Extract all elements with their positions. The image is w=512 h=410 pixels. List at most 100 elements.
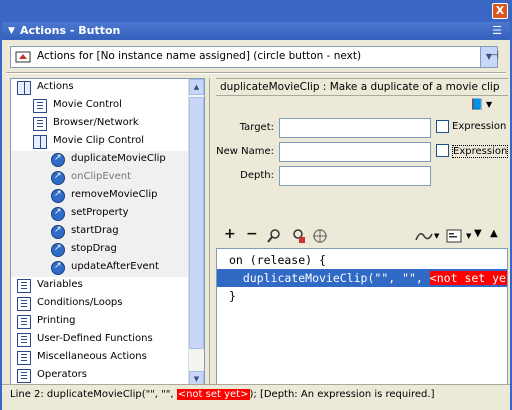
view-options-icon[interactable]	[446, 228, 462, 244]
tree-item[interactable]: Printing	[11, 313, 189, 331]
tree-item-label: Movie Clip Control	[53, 135, 144, 146]
tree-item-label: stopDrag	[71, 243, 117, 254]
tree-item-label: Movie Control	[53, 99, 122, 110]
actions-toolbox: Actions Movie Control Browser/Network Movie…	[10, 78, 205, 388]
tree-item-label: updateAfterEvent	[71, 261, 159, 272]
code-line-1[interactable]: on (release) {	[217, 251, 507, 269]
code-line-3[interactable]: }	[217, 287, 507, 305]
book-icon	[33, 99, 47, 113]
tree-item[interactable]: Miscellaneous Actions	[11, 349, 189, 367]
insert-target-path-icon[interactable]	[312, 228, 328, 244]
book-icon	[17, 369, 31, 383]
tree-item[interactable]: User-Defined Functions	[11, 331, 189, 349]
collapse-arrow-icon[interactable]: ▼	[8, 26, 15, 36]
status-warning: <not set yet>	[176, 389, 250, 400]
reference-book-icon[interactable]: 📘	[470, 98, 484, 111]
close-button[interactable]: X	[492, 3, 508, 19]
tree-item[interactable]: duplicateMovieClip	[11, 151, 189, 169]
newname-expression-checkbox[interactable]	[436, 144, 449, 157]
target-expression-checkbox[interactable]	[436, 120, 449, 133]
depth-input[interactable]	[279, 166, 431, 186]
newname-expression-label: Expression	[452, 145, 509, 158]
tree-item[interactable]: Conditions/Loops	[11, 295, 189, 313]
tree-item[interactable]: updateAfterEvent	[11, 259, 189, 277]
tree-item-label: setProperty	[71, 207, 129, 218]
tree-item[interactable]: stopDrag	[11, 241, 189, 259]
tree-item[interactable]: Operators	[11, 367, 189, 385]
tree-item-label: duplicateMovieClip	[71, 153, 166, 164]
tree-item[interactable]: startDrag	[11, 223, 189, 241]
reference-dropdown-icon[interactable]: ▼	[486, 100, 492, 109]
tree-item[interactable]: Movie Clip Control	[11, 133, 189, 151]
tree-item[interactable]: removeMovieClip	[11, 187, 189, 205]
book-open-icon	[33, 135, 47, 149]
action-icon	[51, 261, 65, 275]
action-icon	[51, 207, 65, 221]
target-input[interactable]	[279, 118, 431, 138]
tree-item-label: Printing	[37, 315, 76, 326]
tree-item-label: Actions	[37, 81, 74, 92]
script-toolbar: + − ▼ ▼ ▼ ▲	[216, 226, 508, 246]
button-symbol-icon	[15, 51, 31, 63]
tree-item-label: User-Defined Functions	[37, 333, 153, 344]
panel-header[interactable]: ▼ Actions - Button ☰	[2, 22, 510, 40]
pane-splitter[interactable]	[207, 78, 213, 388]
replace-icon[interactable]	[290, 228, 306, 244]
tree-item[interactable]: Movie Control	[11, 97, 189, 115]
action-icon	[51, 225, 65, 239]
target-field-label: Target:	[239, 122, 274, 133]
tree-item[interactable]: setProperty	[11, 205, 189, 223]
scroll-thumb[interactable]	[189, 97, 204, 349]
pin-icon[interactable]: ⊣	[484, 48, 504, 66]
newname-field-label: New Name:	[216, 146, 274, 157]
book-open-icon	[17, 81, 31, 95]
book-icon	[17, 351, 31, 365]
tree-item-label: startDrag	[71, 225, 119, 236]
tree-item-label: Operators	[37, 369, 87, 380]
window-titlebar: X	[0, 0, 512, 22]
tree-item-label: Browser/Network	[53, 117, 139, 128]
tree-item-label: Miscellaneous Actions	[37, 351, 147, 362]
book-icon	[17, 315, 31, 329]
view-dropdown-icon[interactable]: ▼	[466, 232, 471, 240]
action-icon	[51, 243, 65, 257]
book-icon	[17, 297, 31, 311]
move-up-icon[interactable]: ▲	[490, 228, 498, 239]
newname-input[interactable]	[279, 142, 431, 162]
code-line-2[interactable]: duplicateMovieClip("", "", <not set yet>	[217, 269, 507, 287]
panel-menu-icon[interactable]: ☰	[492, 24, 502, 37]
book-icon	[17, 333, 31, 347]
tree-item[interactable]: onClipEvent	[11, 169, 189, 187]
tree-item[interactable]: Browser/Network	[11, 115, 189, 133]
tree-item-label: onClipEvent	[71, 171, 131, 182]
not-set-warning: <not set yet>	[429, 271, 507, 285]
tree-item[interactable]: Variables	[11, 277, 189, 295]
status-bar: Line 2: duplicateMovieClip("", "", <not …	[2, 384, 510, 406]
debug-dropdown-icon[interactable]: ▼	[434, 232, 439, 240]
tree-item-label: Variables	[37, 279, 83, 290]
target-selector[interactable]: Actions for [No instance name assigned] …	[10, 46, 498, 68]
tree-item-label: Conditions/Loops	[37, 297, 123, 308]
scroll-up-button[interactable]: ▲	[189, 79, 204, 95]
toolbox-scrollbar[interactable]: ▲ ▼	[188, 79, 204, 387]
separator	[6, 72, 506, 74]
script-editor[interactable]: on (release) { duplicateMovieClip("", ""…	[216, 248, 508, 388]
code-line-2-text: duplicateMovieClip("", "",	[229, 271, 430, 285]
tree-item-label: removeMovieClip	[71, 189, 158, 200]
depth-field-label: Depth:	[240, 170, 274, 181]
target-expression-label: Expression	[452, 121, 507, 132]
target-label: Actions for [No instance name assigned] …	[37, 50, 362, 62]
debug-options-icon[interactable]	[414, 228, 434, 244]
action-icon	[51, 189, 65, 203]
tree-item[interactable]: Actions	[11, 79, 189, 97]
action-description: duplicateMovieClip : Make a duplicate of…	[216, 78, 508, 96]
panel-title: Actions - Button	[20, 24, 121, 37]
actions-panel: ▼ Actions - Button ☰ Actions for [No ins…	[0, 22, 512, 410]
book-icon	[17, 279, 31, 293]
status-suffix: ); [Depth: An expression is required.]	[249, 389, 435, 400]
move-down-icon[interactable]: ▼	[474, 228, 482, 239]
action-icon	[51, 171, 65, 185]
remove-action-button[interactable]: −	[246, 226, 258, 242]
add-action-button[interactable]: +	[224, 226, 236, 242]
find-icon[interactable]	[266, 228, 282, 244]
